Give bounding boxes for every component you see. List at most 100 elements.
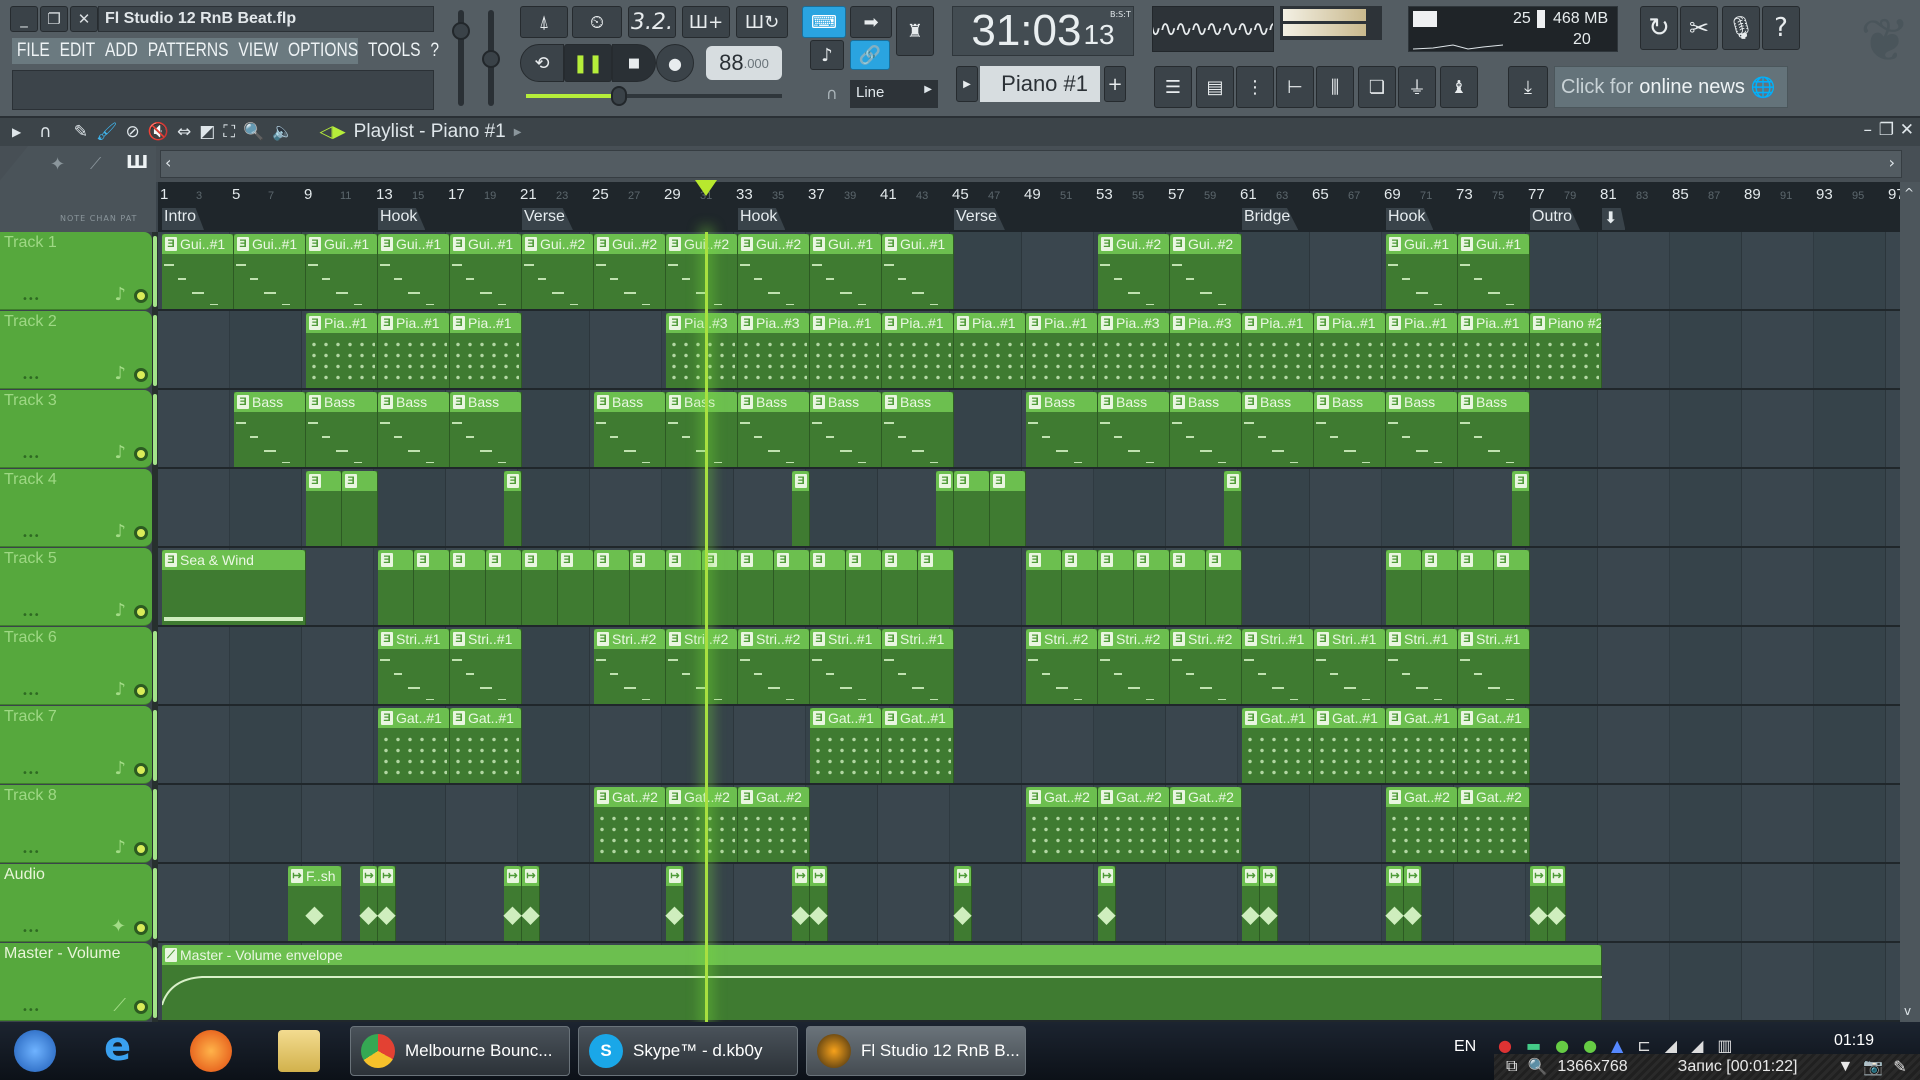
- pattern-clip[interactable]: Ǝ: [450, 550, 486, 625]
- pattern-clip[interactable]: Ǝ Gui..#1: [162, 234, 234, 309]
- audio-clip[interactable]: ↦ ◆: [377, 866, 396, 941]
- pattern-clip[interactable]: Ǝ Sea & Wind: [162, 550, 306, 625]
- pattern-clip[interactable]: ƎPia..#3: [1098, 313, 1170, 388]
- tray-flag-icon[interactable]: ▥: [1717, 1036, 1732, 1055]
- pattern-clip[interactable]: Ǝ Bass: [1026, 392, 1098, 467]
- scroll-right-icon[interactable]: ›: [1889, 153, 1895, 172]
- pattern-clip[interactable]: Ǝ Gat..#1: [882, 708, 954, 783]
- menu-help[interactable]: ?: [425, 40, 444, 62]
- mute-tool-icon[interactable]: 🔇: [148, 122, 169, 142]
- menu-options[interactable]: OPTIONS: [283, 40, 363, 62]
- pattern-clip[interactable]: Ǝ: [1206, 550, 1242, 625]
- clock[interactable]: 01:19: [1834, 1032, 1874, 1050]
- horizontal-scrollbar[interactable]: ‹ ›: [160, 150, 1902, 178]
- scroll-up-icon[interactable]: ^: [1904, 186, 1914, 200]
- pattern-clip[interactable]: Ǝ Gui..#1: [306, 234, 378, 309]
- language-indicator[interactable]: EN: [1454, 1038, 1476, 1056]
- playlist-menu-arrow[interactable]: ▶: [12, 125, 21, 139]
- pattern-clip[interactable]: Ǝ Bass: [882, 392, 954, 467]
- track-lane[interactable]: ↦ F..sh ◆ ↦ ◆ ↦ ◆ ↦ ◆ ↦ ◆ ↦ ◆ ↦ ◆ ↦ ◆ ↦ ◆ ↦ ◆ ↦ ◆ ↦ ◆ ↦ ◆ ↦ ◆ ↦ ◆ ↦ ◆: [158, 864, 1900, 943]
- pencil-tool-icon[interactable]: ✎: [74, 122, 88, 142]
- file-explorer-icon[interactable]: [278, 1030, 320, 1072]
- master-volume-knob[interactable]: [452, 22, 470, 40]
- pattern-clip[interactable]: Ǝ Pia..#1: [1026, 313, 1098, 388]
- internet-explorer-icon[interactable]: e: [104, 1024, 146, 1070]
- section-marker[interactable]: Intro: [162, 208, 205, 230]
- firefox-icon[interactable]: [190, 1030, 232, 1072]
- countdown-button[interactable]: 3.2.: [628, 6, 676, 38]
- pattern-clip[interactable]: Ǝ Gat..#1: [1314, 708, 1386, 783]
- pattern-clip[interactable]: Ǝ Pia..#1: [1458, 313, 1530, 388]
- pattern-clip[interactable]: ƎStri..#2: [738, 629, 810, 704]
- menu-add[interactable]: ADD: [100, 40, 143, 62]
- pattern-clip[interactable]: Ǝ: [414, 550, 450, 625]
- audio-clip[interactable]: ↦ ◆: [1547, 866, 1566, 941]
- pattern-clip[interactable]: Ǝ Pia..#1: [1314, 313, 1386, 388]
- pattern-clip[interactable]: Ǝ Stri..#1: [1386, 629, 1458, 704]
- pattern-clip[interactable]: Ǝ: [1098, 550, 1134, 625]
- pattern-clip[interactable]: ƎGui..#2: [738, 234, 810, 309]
- tempo-display[interactable]: 88.000: [706, 46, 782, 80]
- slip-tool-icon[interactable]: ⇔: [177, 122, 191, 142]
- pattern-clip[interactable]: Ǝ: [342, 471, 378, 546]
- pattern-clip[interactable]: Ǝ: [630, 550, 666, 625]
- menu-patterns[interactable]: PATTERNS: [143, 40, 234, 62]
- tray-signal-icon[interactable]: ◢: [1665, 1036, 1677, 1055]
- metronome-button[interactable]: ⍋: [520, 6, 568, 38]
- track-lane[interactable]: Ǝ Bass Ǝ Bass Ǝ Bass Ǝ Bass Ǝ Bass Ǝ Bass Ǝ Bass Ǝ Bass…: [158, 390, 1900, 469]
- select-tool-icon[interactable]: ⛶: [223, 122, 235, 142]
- audio-clip[interactable]: ↦ ◆: [953, 866, 972, 941]
- track-lane[interactable]: Ǝ Gat..#1 Ǝ Gat..#1 Ǝ Gat..#1 Ǝ Gat..#1 Ǝ Gat..#1…: [158, 706, 1900, 785]
- track-lane[interactable]: ƎStri..#1ƎStri..#1ƎStri..#2ƎStri..#2ƎStr…: [158, 627, 1900, 706]
- track-header[interactable]: Track 3 ••• ♪: [0, 390, 152, 468]
- recorder-zoom-icon[interactable]: 🔍: [1527, 1057, 1547, 1077]
- pattern-clip[interactable]: Ǝ Bass: [1170, 392, 1242, 467]
- section-marker[interactable]: Hook: [1386, 208, 1434, 230]
- audio-clip[interactable]: ↦ ◆: [1259, 866, 1278, 941]
- plugin-database-button[interactable]: ⏚: [1398, 66, 1436, 108]
- audio-clip-icon[interactable]: ✦: [50, 154, 65, 175]
- pattern-clip[interactable]: ƎGat..#2: [594, 787, 666, 862]
- slice-tool-icon[interactable]: ◩: [199, 122, 215, 142]
- audio-clip[interactable]: ↦ F..sh ◆: [288, 866, 342, 941]
- pattern-clip[interactable]: Ǝ: [846, 550, 882, 625]
- track-header[interactable]: Track 7 ••• ♪: [0, 706, 152, 784]
- track-lane[interactable]: Ǝ Gui..#1 Ǝ Gui..#1 Ǝ Gui..#1 Ǝ Gui..#1 Ǝ Gui..#1…: [158, 232, 1900, 311]
- master-pitch-knob[interactable]: [482, 50, 500, 68]
- pattern-clip[interactable]: Ǝ Stri..#1: [810, 629, 882, 704]
- audio-clip[interactable]: ↦ ◆: [665, 866, 684, 941]
- menu-file[interactable]: FILE: [12, 40, 55, 62]
- pattern-clip[interactable]: Ǝ: [378, 550, 414, 625]
- pattern-clip[interactable]: ƎStri..#2: [1098, 629, 1170, 704]
- section-marker[interactable]: Hook: [738, 208, 786, 230]
- plugin-picker-button[interactable]: ♝: [1440, 66, 1478, 108]
- track-options-dots[interactable]: •••: [22, 610, 40, 621]
- track-lane[interactable]: ƎGat..#2ƎGat..#2ƎGat..#2ƎGat..#2ƎGat..#2…: [158, 785, 1900, 864]
- pattern-prev-button[interactable]: ▶: [956, 66, 978, 102]
- playhead-marker[interactable]: [694, 180, 717, 196]
- pattern-clip[interactable]: ƎStri..#2: [666, 629, 738, 704]
- project-button[interactable]: ❏: [1358, 66, 1396, 108]
- pattern-clip[interactable]: Ǝ: [1170, 550, 1206, 625]
- loop-record-button[interactable]: Ш↻: [736, 6, 788, 38]
- pattern-clip[interactable]: Ǝ Bass: [1458, 392, 1530, 467]
- pattern-clip[interactable]: Ǝ Gui..#1: [882, 234, 954, 309]
- pattern-clip[interactable]: Ǝ: [936, 471, 954, 546]
- delete-tool-icon[interactable]: ⊘: [126, 122, 140, 142]
- close-button[interactable]: ✕: [70, 6, 98, 32]
- menu-view[interactable]: VIEW: [233, 40, 283, 62]
- pattern-clip[interactable]: Ǝ Gui..#1: [450, 234, 522, 309]
- zoom-tool-icon[interactable]: 🔍: [243, 122, 264, 142]
- pattern-clip[interactable]: Ǝ: [882, 550, 918, 625]
- section-marker[interactable]: Verse: [522, 208, 573, 230]
- tray-record-icon[interactable]: ●: [1498, 1036, 1512, 1055]
- record-audio-button[interactable]: 🎙: [1722, 6, 1760, 50]
- track-mute-led[interactable]: [134, 921, 148, 935]
- section-marker[interactable]: Verse: [954, 208, 1005, 230]
- automation-clip[interactable]: ⟋ Master - Volume envelope: [162, 945, 1602, 1020]
- pattern-clip[interactable]: Ǝ: [1026, 550, 1062, 625]
- audio-clip[interactable]: ↦ ◆: [1241, 866, 1260, 941]
- pause-button[interactable]: ❚❚: [564, 44, 612, 82]
- pattern-clip-icon[interactable]: Ш: [126, 152, 148, 173]
- snap-knob-button[interactable]: ♜: [896, 6, 934, 56]
